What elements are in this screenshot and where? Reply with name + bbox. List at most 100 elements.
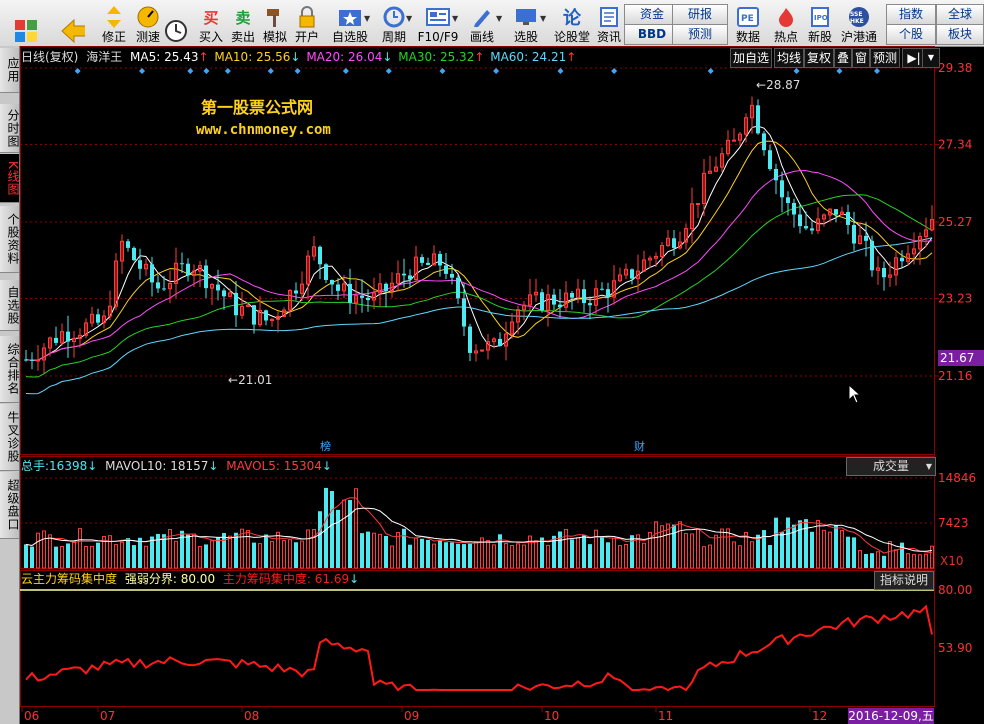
f10-dropdown-icon[interactable]: ▼	[452, 14, 458, 23]
speedometer-icon	[135, 5, 161, 29]
candle-body-down	[558, 304, 562, 308]
month-label: 10	[544, 709, 559, 723]
ipo-icon: IPO	[807, 5, 833, 29]
volume-bar-down	[900, 542, 904, 568]
hot-button[interactable]: 热点	[770, 2, 802, 44]
period-dropdown-icon[interactable]: ▼	[406, 14, 412, 23]
f10-button[interactable]: F10/F9	[416, 2, 460, 44]
news-button[interactable]: 资讯	[594, 2, 624, 44]
signal-diamond	[836, 68, 843, 74]
candle-body-down	[768, 150, 772, 169]
svg-text:SSE: SSE	[850, 11, 862, 18]
kline-title: 日线(复权)	[21, 50, 79, 64]
volume-bar-up	[258, 543, 262, 569]
open-account-label: 开户	[294, 30, 319, 44]
stock-screen-button[interactable]: 选股	[506, 2, 546, 44]
candle-body-down	[630, 269, 634, 279]
period-button[interactable]: 周期	[374, 2, 414, 44]
windows-button[interactable]	[6, 2, 46, 44]
individual-stock-button[interactable]: 个股	[886, 24, 936, 45]
volume-bar-down	[600, 537, 604, 568]
volume-bar-up	[642, 542, 646, 569]
forecast-button[interactable]: 预测	[672, 24, 728, 45]
watchlist-button[interactable]: 自选股	[328, 2, 372, 44]
candlestick	[204, 259, 208, 299]
draw-dropdown-icon[interactable]: ▼	[496, 14, 502, 23]
volume-bar-up	[168, 529, 172, 569]
volume-bar-up	[192, 533, 196, 569]
open-account-button[interactable]: 开户	[292, 2, 322, 44]
sector-button[interactable]: 板块	[936, 24, 984, 45]
candle-body-down	[462, 298, 466, 327]
volume-tick-label: 7423	[938, 516, 969, 530]
signal-diamond	[707, 68, 714, 74]
back-button[interactable]	[52, 2, 92, 44]
ipo-button[interactable]: IPO 新股	[804, 2, 836, 44]
volume-bar-down	[870, 553, 874, 568]
window-button[interactable]: 窗	[852, 48, 871, 68]
threshold-value: 强弱分界: 80.00	[124, 572, 216, 586]
draw-line-button[interactable]: 画线	[464, 2, 500, 44]
sidebar-tab-watchlist[interactable]: 自选股	[0, 280, 20, 331]
simulate-button[interactable]: 模拟	[260, 2, 290, 44]
volume-bar-down	[180, 530, 184, 568]
signal-diamond	[493, 68, 500, 74]
volume-unit: X10	[940, 554, 964, 568]
candlestick	[858, 222, 862, 245]
candlestick	[84, 318, 88, 339]
candlestick	[408, 269, 412, 288]
volume-bar-down	[606, 542, 610, 568]
sidebar-tab-super-board[interactable]: 超级盘口	[0, 472, 20, 539]
discuss-button[interactable]: 论 论股堂	[552, 2, 592, 44]
sidebar-tab-kline[interactable]: K线图	[0, 154, 20, 203]
speed-test-button[interactable]: 测速	[132, 2, 164, 44]
screen-dropdown-icon[interactable]: ▼	[540, 14, 546, 23]
candlestick	[546, 284, 550, 327]
simulate-label: 模拟	[262, 30, 287, 44]
clock-button[interactable]	[162, 2, 190, 44]
volume-bar-up	[114, 544, 118, 569]
shhk-connect-button[interactable]: SSE HKE 沪港通	[838, 2, 880, 44]
predict-button[interactable]: 预测	[870, 48, 901, 68]
index-button[interactable]: 指数	[886, 4, 936, 25]
indicator-help-button[interactable]: 指标说明	[874, 571, 934, 590]
candle-body-down	[438, 253, 442, 266]
data-button[interactable]: PE 数据	[732, 2, 764, 44]
sidebar-tab-diagnosis[interactable]: 牛叉诊股	[0, 404, 20, 471]
candlestick-layer[interactable]	[24, 96, 934, 374]
candlestick	[432, 245, 436, 266]
candlestick	[222, 288, 226, 310]
sell-button[interactable]: 卖 卖出	[228, 2, 258, 45]
candle-body-down	[672, 238, 676, 248]
research-button[interactable]: 研报	[672, 4, 728, 25]
sidebar-tab-apps[interactable]: 应用	[0, 48, 20, 93]
buy-button[interactable]: 买 买入	[196, 2, 226, 45]
global-button[interactable]: 全球	[936, 4, 984, 25]
adjust-button[interactable]: 复权	[804, 48, 835, 68]
candlestick	[714, 156, 718, 173]
month-label: 08	[244, 709, 259, 723]
volume-bar-down	[132, 545, 136, 568]
volume-bars-layer[interactable]	[24, 487, 934, 569]
ma30-legend: MA30: 25.32↑	[398, 50, 485, 64]
price-tick-label: 27.34	[938, 137, 972, 151]
indicator-select[interactable]: 成交量 ▼	[846, 457, 936, 476]
chart-canvas[interactable]: 榜 财 29.38 27.34 25.27 23.23 21.16 14846 7423 80.…	[20, 46, 984, 724]
revise-button[interactable]: 修正	[98, 2, 130, 44]
watchlist-dropdown-icon[interactable]: ▼	[364, 14, 370, 23]
ma20-line	[25, 170, 933, 361]
ma-setting-button[interactable]: 均线	[774, 48, 805, 68]
candlestick	[648, 255, 652, 269]
candlestick	[384, 282, 388, 308]
f10-icon	[425, 5, 451, 29]
volume-bar-down	[588, 544, 592, 568]
volume-bar-down	[456, 543, 460, 568]
sidebar-tab-stock-profile[interactable]: 个股资料	[0, 206, 20, 273]
candle-body-down	[222, 290, 226, 297]
add-watchlist-button[interactable]: 加自选	[730, 48, 773, 68]
more-dropdown-icon[interactable]: ▼	[922, 48, 940, 68]
overlay-button[interactable]: 叠	[834, 48, 853, 68]
sidebar-tab-ranking[interactable]: 综合排名	[0, 336, 20, 403]
candle-body-down	[444, 265, 448, 274]
sidebar-tab-intraday[interactable]: 分时图	[0, 104, 20, 153]
